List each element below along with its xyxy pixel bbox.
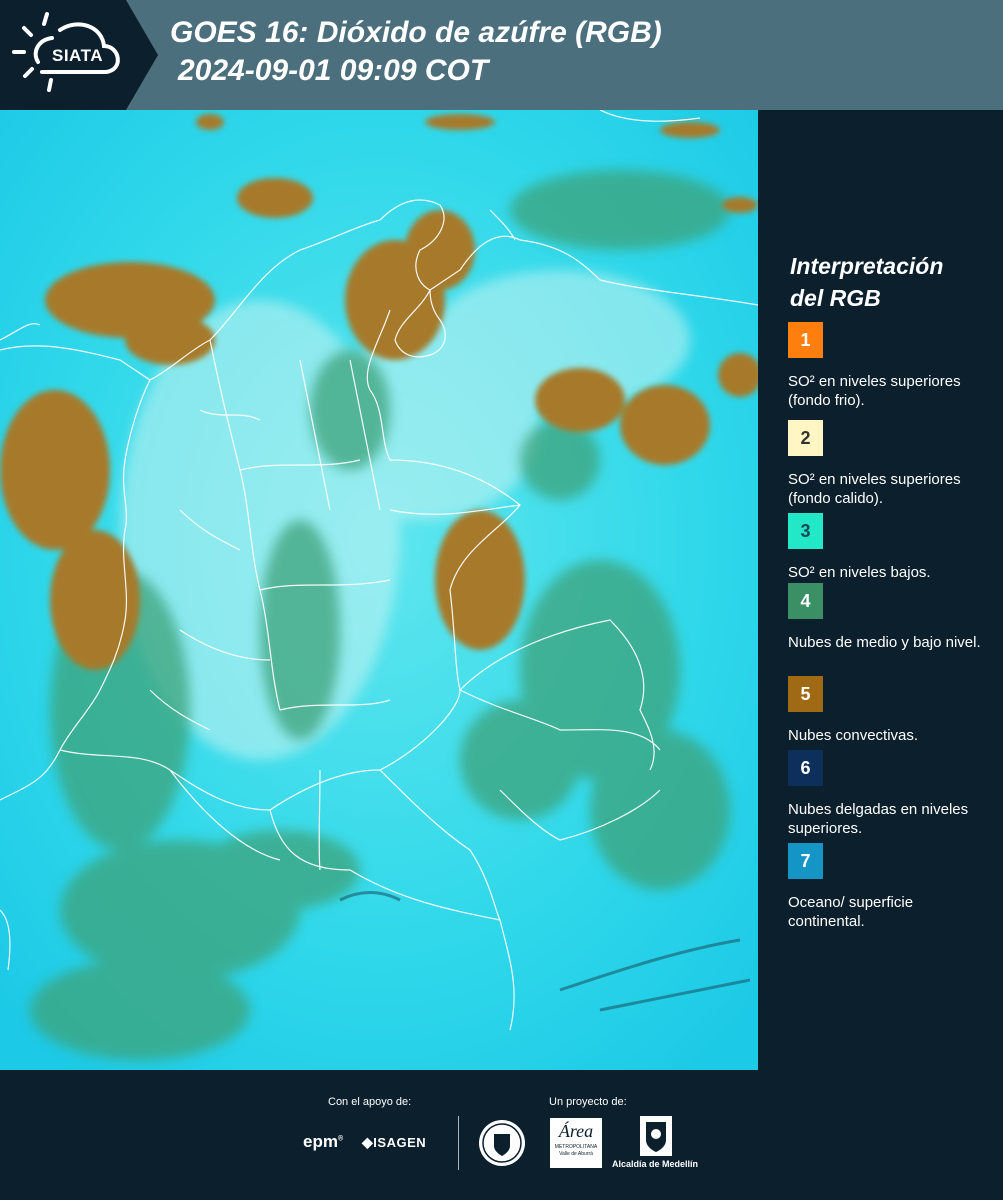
legend-item-3: 3 SO² en niveles bajos. xyxy=(788,513,993,582)
legend-number: 7 xyxy=(800,850,811,871)
legend-label: Nubes de medio y bajo nivel. xyxy=(788,634,981,651)
legend-label: SO² en niveles bajos. xyxy=(788,564,931,581)
rgb-legend: Interpretación del RGB 1 SO² en niveles … xyxy=(760,110,1003,1070)
legend-item-4: 4 Nubes de medio y bajo nivel. xyxy=(788,583,993,652)
legend-number: 5 xyxy=(800,683,811,704)
satellite-map[interactable] xyxy=(0,110,758,1070)
legend-number: 4 xyxy=(800,590,811,611)
legend-number: 1 xyxy=(800,329,811,350)
area-metropolitana-logo: Área METROPOLITANA Valle de Aburrá xyxy=(550,1118,602,1168)
footer-divider xyxy=(458,1116,459,1170)
legend-swatch: 1 xyxy=(788,322,823,358)
footer: Con el apoyo de: Un proyecto de: epm® ◆I… xyxy=(0,1070,1003,1200)
legend-title-line-1: Interpretación xyxy=(790,253,944,279)
siata-logo: SIATA xyxy=(0,0,158,110)
support-label: Con el apoyo de: xyxy=(328,1096,412,1108)
legend-swatch: 6 xyxy=(788,750,823,786)
legend-item-5: 5 Nubes convectivas. xyxy=(788,676,993,745)
page-title: GOES 16: Dióxido de azúfre (RGB) 2024-09… xyxy=(170,14,662,90)
project-label: Un proyecto de: xyxy=(549,1096,627,1108)
epm-logo: epm® xyxy=(303,1132,344,1151)
alcaldia-shield-icon xyxy=(640,1116,672,1156)
isagen-logo: ◆ISAGEN xyxy=(362,1134,426,1151)
epm-logo-text: epm xyxy=(303,1132,338,1151)
legend-item-6: 6 Nubes delgadas en niveles superiores. xyxy=(788,750,993,838)
title-line-2: 2024-09-01 09:09 COT xyxy=(178,54,489,87)
legend-swatch: 7 xyxy=(788,843,823,879)
legend-item-1: 1 SO² en niveles superiores (fondo frio)… xyxy=(788,322,993,410)
title-line-1: GOES 16: Dióxido de azúfre (RGB) xyxy=(170,16,662,49)
legend-swatch: 2 xyxy=(788,420,823,456)
legend-label: Nubes convectivas. xyxy=(788,727,919,744)
legend-swatch: 3 xyxy=(788,513,823,549)
legend-number: 2 xyxy=(800,427,811,448)
satellite-image xyxy=(0,110,758,1070)
header-bar: SIATA GOES 16: Dióxido de azúfre (RGB) 2… xyxy=(0,0,1003,110)
legend-swatch: 4 xyxy=(788,583,823,619)
legend-label: SO² en niveles superiores (fondo frio). xyxy=(788,373,961,409)
medellin-seal-icon xyxy=(479,1120,525,1166)
legend-number: 3 xyxy=(800,520,811,541)
isagen-logo-text: ISAGEN xyxy=(373,1135,427,1150)
area-logo-sub2: Valle de Aburrá xyxy=(559,1151,593,1157)
legend-number: 6 xyxy=(800,757,811,778)
legend-label: Oceano/ superficie continental. xyxy=(788,894,914,930)
legend-item-2: 2 SO² en niveles superiores (fondo calid… xyxy=(788,420,993,508)
alcaldia-label: Alcaldía de Medellín xyxy=(612,1159,699,1169)
legend-swatch: 5 xyxy=(788,676,823,712)
legend-title: Interpretación del RGB xyxy=(790,250,943,314)
area-logo-sub1: METROPOLITANA xyxy=(554,1144,598,1150)
legend-title-line-2: del RGB xyxy=(790,285,881,311)
legend-item-7: 7 Oceano/ superficie continental. xyxy=(788,843,993,931)
isagen-mark-icon: ◆ xyxy=(362,1134,374,1150)
legend-label: Nubes delgadas en niveles superiores. xyxy=(788,801,969,837)
legend-label: SO² en niveles superiores (fondo calido)… xyxy=(788,471,961,507)
area-logo-word: Área xyxy=(558,1121,594,1141)
logo-text: SIATA xyxy=(52,46,103,65)
